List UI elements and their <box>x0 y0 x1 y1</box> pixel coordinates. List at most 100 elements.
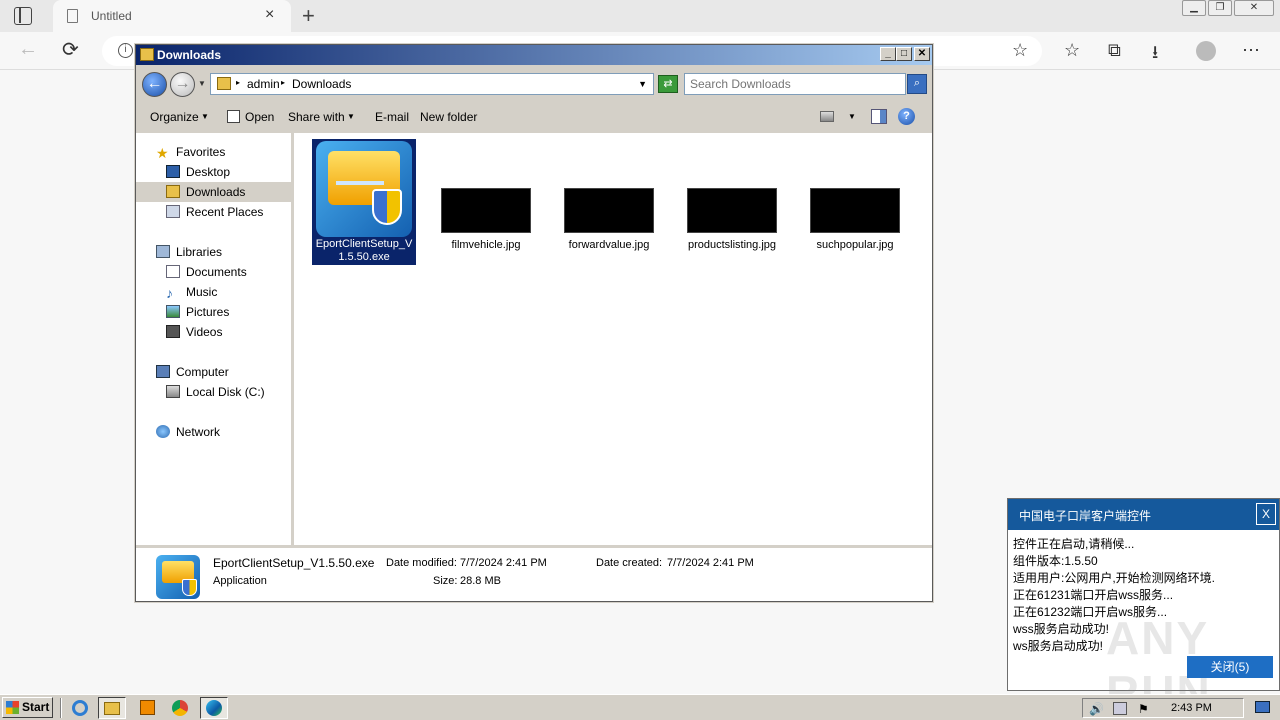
email-button[interactable]: E-mail <box>375 110 409 124</box>
volume-icon[interactable]: 🔊 <box>1089 702 1104 716</box>
tab-title: Untitled <box>91 9 132 23</box>
status-line: 控件正在启动,请稍候... <box>1013 537 1135 551</box>
chrome-icon[interactable] <box>166 697 194 719</box>
nav-desktop[interactable]: Desktop <box>166 162 230 182</box>
minimize-icon[interactable]: ▁ <box>1182 0 1206 16</box>
nav-libraries[interactable]: Libraries <box>156 242 222 262</box>
desktop-icon <box>166 165 180 178</box>
close-icon[interactable]: X <box>1256 503 1276 525</box>
command-bar: Organize ▼ Open Share with ▼ E-mail New … <box>136 101 932 133</box>
nav-pictures[interactable]: Pictures <box>166 302 229 322</box>
browser-window-controls: ▁ ❐ ✕ <box>1182 0 1274 17</box>
file-item-filmvehicle[interactable]: filmvehicle.jpg <box>434 139 538 252</box>
file-item-productslisting[interactable]: productslisting.jpg <box>680 139 784 252</box>
image-thumbnail <box>441 188 531 233</box>
back-arrow-icon[interactable]: ← <box>18 38 38 61</box>
recent-pages-dropdown-icon[interactable]: ▼ <box>198 79 206 88</box>
details-file-type: Application <box>213 575 267 587</box>
edge-taskbar-button[interactable] <box>200 697 228 719</box>
start-button[interactable]: Start <box>2 697 53 718</box>
forward-button[interactable]: → <box>170 72 195 97</box>
share-with-button[interactable]: Share with <box>288 110 345 124</box>
close-icon[interactable]: ✕ <box>1234 0 1274 16</box>
status-line: 正在61232端口开启ws服务... <box>1013 605 1168 619</box>
maximize-icon[interactable]: □ <box>896 47 912 61</box>
search-icon[interactable]: ⌕ <box>907 74 927 94</box>
nav-documents[interactable]: Documents <box>166 262 247 282</box>
media-player-icon[interactable] <box>133 697 161 719</box>
file-item-eportclientsetup[interactable]: EportClientSetup_V 1.5.50.exe <box>312 139 416 265</box>
more-menu-icon[interactable]: ⋯ <box>1242 40 1260 61</box>
music-icon: ♪ <box>166 285 173 301</box>
page-icon <box>67 9 78 23</box>
size-label: Size: <box>433 575 458 587</box>
show-desktop-icon[interactable] <box>1255 701 1270 713</box>
status-line: 组件版本:1.5.50 <box>1013 554 1098 568</box>
search-box[interactable] <box>684 73 906 95</box>
chevron-down-icon[interactable]: ▼ <box>347 112 355 121</box>
chevron-down-icon[interactable]: ▼ <box>201 112 209 121</box>
nav-downloads[interactable]: Downloads <box>136 182 291 202</box>
file-item-suchpopular[interactable]: suchpopular.jpg <box>803 139 907 252</box>
change-view-icon[interactable] <box>820 111 834 122</box>
downloads-folder-icon <box>166 185 180 198</box>
organize-button[interactable]: Organize <box>150 110 199 124</box>
chevron-down-icon[interactable]: ▼ <box>848 112 856 121</box>
close-button[interactable]: 关闭(5) <box>1187 656 1273 678</box>
file-item-forwardvalue[interactable]: forwardvalue.jpg <box>557 139 661 252</box>
ie-icon[interactable] <box>66 697 94 719</box>
back-button[interactable]: ← <box>142 72 167 97</box>
downloads-icon[interactable]: ⭳ <box>1152 40 1158 70</box>
favorites-icon[interactable]: ☆ <box>1064 40 1080 61</box>
new-folder-button[interactable]: New folder <box>420 110 477 124</box>
browser-tab[interactable]: Untitled × <box>53 0 291 32</box>
nav-music[interactable]: ♪ Music <box>166 282 217 302</box>
network-tray-icon[interactable] <box>1113 702 1127 715</box>
breadcrumb-admin[interactable]: admin <box>247 77 280 91</box>
open-button[interactable]: Open <box>245 110 274 124</box>
network-icon <box>156 425 170 438</box>
close-icon[interactable]: ✕ <box>914 47 930 61</box>
folder-icon <box>140 48 154 61</box>
breadcrumb-downloads[interactable]: Downloads <box>292 77 351 91</box>
preview-pane-icon[interactable] <box>871 109 887 124</box>
explorer-taskbar-button[interactable] <box>98 697 126 719</box>
nav-videos[interactable]: Videos <box>166 322 222 342</box>
add-favorite-icon[interactable]: ☆ <box>1012 40 1028 61</box>
minimize-icon[interactable]: _ <box>880 47 896 61</box>
help-icon[interactable]: ? <box>898 108 915 125</box>
image-thumbnail <box>687 188 777 233</box>
status-line: ws服务启动成功! <box>1013 639 1104 653</box>
file-name: forwardvalue.jpg <box>568 239 650 251</box>
explorer-titlebar[interactable]: Downloads _ □ ✕ <box>136 45 932 65</box>
tab-close-icon[interactable]: × <box>265 6 274 24</box>
refresh-button[interactable]: ⇄ <box>658 75 678 93</box>
status-line: 正在61231端口开启wss服务... <box>1013 588 1174 602</box>
clock[interactable]: 2:43 PM <box>1171 702 1212 714</box>
details-file-name: EportClientSetup_V1.5.50.exe <box>213 556 375 570</box>
action-center-flag-icon[interactable]: ⚑ <box>1138 702 1152 716</box>
file-name: productslisting.jpg <box>687 239 777 251</box>
collections-icon[interactable]: ⧉ <box>1108 40 1121 61</box>
search-input[interactable] <box>690 75 890 93</box>
chevron-right-icon[interactable]: ▸ <box>281 78 285 87</box>
sidebar-toggle-icon[interactable] <box>14 7 32 25</box>
new-tab-icon[interactable]: + <box>302 3 315 29</box>
file-name: filmvehicle.jpg <box>451 239 521 251</box>
size-value: 28.8 MB <box>460 575 501 587</box>
nav-recent-places[interactable]: Recent Places <box>166 202 263 222</box>
nav-favorites[interactable]: ★ Favorites <box>156 142 225 162</box>
popup-titlebar: 中国电子口岸客户端控件 X <box>1008 499 1279 530</box>
profile-avatar[interactable] <box>1196 41 1216 61</box>
info-icon[interactable]: i <box>118 43 133 58</box>
nav-local-disk[interactable]: Local Disk (C:) <box>166 382 265 402</box>
reload-icon[interactable]: ⟳ <box>62 37 79 62</box>
breadcrumb[interactable]: ▸ admin ▸ Downloads ▼ <box>210 73 654 95</box>
chevron-right-icon[interactable]: ▸ <box>236 78 240 87</box>
nav-network[interactable]: Network <box>156 422 220 442</box>
nav-computer[interactable]: Computer <box>156 362 229 382</box>
restore-icon[interactable]: ❐ <box>1208 0 1232 16</box>
star-icon: ★ <box>156 145 169 161</box>
chevron-down-icon[interactable]: ▼ <box>638 79 647 89</box>
image-thumbnail <box>564 188 654 233</box>
